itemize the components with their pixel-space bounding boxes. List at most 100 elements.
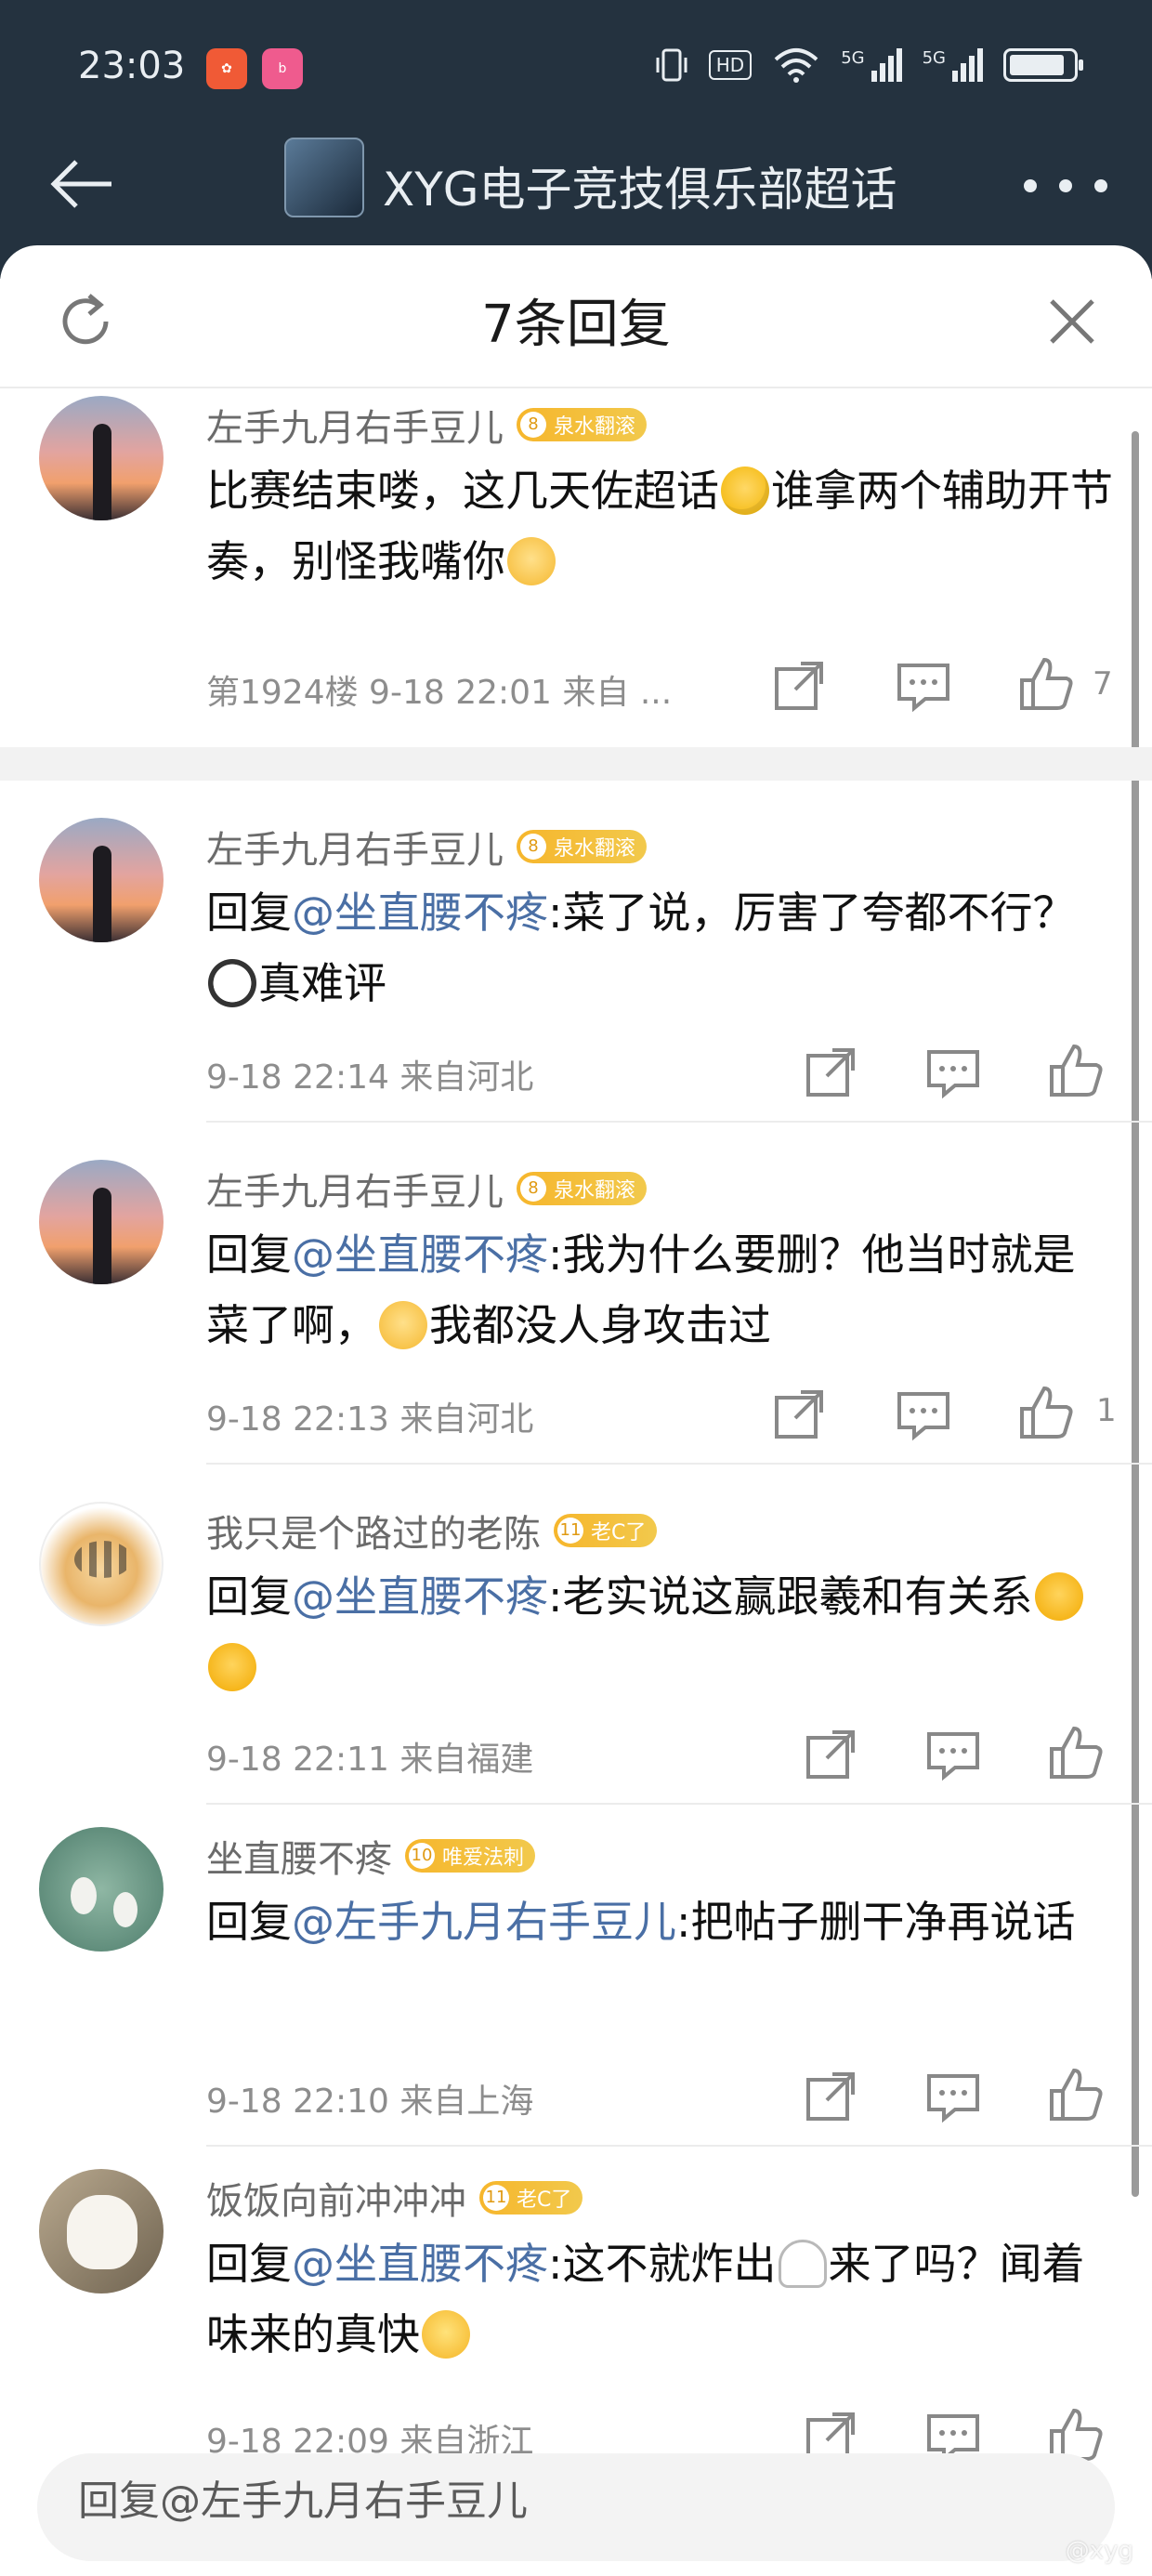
comment-icon[interactable] — [894, 1385, 953, 1444]
fan-level-badge: 8 泉水翻滚 — [517, 830, 648, 863]
badge-text: 老C了 — [517, 2188, 572, 2212]
thumbs-up-icon[interactable] — [1016, 654, 1076, 714]
avatar[interactable] — [39, 1827, 164, 1952]
badge-level: 8 — [520, 834, 546, 860]
share-icon[interactable] — [769, 1385, 829, 1444]
comment-meta: 9-18 22:13 来自河北 — [206, 1400, 534, 1439]
comment-meta: 第1924楼 9-18 22:01 来自 ... — [206, 674, 673, 712]
comment-text-part: :这不就炸出 — [548, 2239, 777, 2289]
laughing-emoji-icon — [1034, 1572, 1083, 1621]
fan-level-badge: 8 泉水翻滚 — [517, 408, 648, 441]
username[interactable]: 左手九月右手豆儿 8 泉水翻滚 — [206, 398, 648, 452]
comment-text[interactable]: 回复@坐直腰不疼:老实说这赢跟羲和有关系 — [206, 1561, 1117, 1702]
shy-emoji-icon — [507, 537, 556, 585]
badge-level: 10 — [409, 1843, 435, 1869]
panda-emoji-icon — [208, 959, 256, 1007]
comment-text[interactable]: 回复@坐直腰不疼:我为什么要删？他当时就是菜了啊， 我都没人身攻击过 — [206, 1219, 1117, 1360]
username-text[interactable]: 坐直腰不疼 — [206, 1829, 392, 1883]
back-arrow-icon[interactable] — [45, 147, 119, 221]
comment-icon[interactable] — [923, 1043, 983, 1102]
comment-text[interactable]: 回复@坐直腰不疼:这不就炸出 来了吗？闻着味来的真快 — [206, 2228, 1117, 2370]
username[interactable]: 饭饭向前冲冲冲 11 老C了 — [206, 2171, 583, 2225]
nav-title: XYG电子竞技俱乐部超话 — [383, 163, 897, 217]
divider — [206, 1463, 1152, 1465]
hd-icon: HD — [708, 50, 753, 80]
section-divider — [0, 747, 1152, 781]
username[interactable]: 左手九月右手豆儿 8 泉水翻滚 — [206, 820, 648, 874]
username-text[interactable]: 左手九月右手豆儿 — [206, 398, 504, 452]
reply-input[interactable] — [78, 2477, 1007, 2525]
avatar[interactable] — [39, 818, 164, 942]
share-icon[interactable] — [801, 2067, 860, 2126]
username-text[interactable]: 左手九月右手豆儿 — [206, 820, 504, 874]
battery-icon — [1003, 48, 1083, 82]
comment-text-part: :菜了说，厉害了夸都不行？ — [548, 887, 1076, 938]
comment-icon[interactable] — [923, 2067, 983, 2126]
ghost-emoji-icon — [778, 2240, 827, 2288]
badge-level: 8 — [520, 1176, 546, 1202]
thumbs-up-icon[interactable] — [1046, 1723, 1106, 1782]
more-dots-icon[interactable] — [1024, 158, 1107, 214]
close-icon[interactable] — [1035, 284, 1109, 359]
username-text[interactable]: 饭饭向前冲冲冲 — [206, 2171, 466, 2225]
mention-link[interactable]: @左手九月右手豆儿 — [292, 1897, 676, 1947]
mention-link[interactable]: @坐直腰不疼 — [292, 1229, 548, 1280]
mention-link[interactable]: @坐直腰不疼 — [292, 1571, 548, 1622]
fan-level-badge: 10 唯爱法刺 — [405, 1839, 536, 1873]
share-icon[interactable] — [801, 1725, 860, 1784]
network-label: 5G — [841, 48, 865, 68]
like-count: 1 — [1096, 1392, 1117, 1429]
share-icon[interactable] — [801, 1043, 860, 1102]
reply-panel: 7条回复 左手九月右手豆儿 8 泉水翻滚 比赛结束喽，这几天佐超话 谁拿两个辅助开节… — [0, 245, 1152, 2576]
username[interactable]: 我只是个路过的老陈 11 老C了 — [206, 1504, 658, 1557]
badge-text: 老C了 — [591, 1521, 647, 1544]
comment-icon[interactable] — [923, 1725, 983, 1784]
laughing-emoji-icon — [208, 1643, 256, 1691]
reply-bar[interactable] — [37, 2453, 1115, 2561]
vibrate-icon — [656, 48, 687, 82]
fan-level-badge: 11 老C了 — [554, 1514, 658, 1547]
reply-prefix: 回复 — [206, 887, 292, 938]
avatar[interactable] — [39, 1502, 164, 1626]
watermark: @xyg — [1065, 2537, 1133, 2565]
comment-meta: 9-18 22:10 来自上海 — [206, 2083, 534, 2121]
comment-text-part: 真难评 — [258, 958, 386, 1008]
badge-level: 11 — [557, 1518, 583, 1544]
crying-emoji-icon — [721, 467, 769, 515]
comment-text-part: 我都没人身攻击过 — [429, 1300, 771, 1350]
comment-text-part: :老实说这赢跟羲和有关系 — [548, 1571, 1033, 1622]
fan-level-badge: 8 泉水翻滚 — [517, 1172, 648, 1205]
username-text[interactable]: 我只是个路过的老陈 — [206, 1504, 541, 1557]
comment-text[interactable]: 回复@左手九月右手豆儿:把帖子删干净再说话 — [206, 1886, 1117, 1957]
share-icon[interactable] — [769, 656, 829, 716]
badge-level: 8 — [520, 412, 546, 438]
comment-text[interactable]: 比赛结束喽，这几天佐超话 谁拿两个辅助开节奏，别怪我嘴你 — [206, 455, 1117, 597]
avatar[interactable] — [39, 396, 164, 520]
username[interactable]: 左手九月右手豆儿 8 泉水翻滚 — [206, 1162, 648, 1216]
5g-signal-icon: 5G — [841, 48, 902, 82]
reply-prefix: 回复 — [206, 1229, 292, 1280]
comment-text[interactable]: 回复@坐直腰不疼:菜了说，厉害了夸都不行？ 真难评 — [206, 877, 1117, 1019]
badge-text: 泉水翻滚 — [554, 415, 636, 439]
reply-prefix: 回复 — [206, 1571, 292, 1622]
username-text[interactable]: 左手九月右手豆儿 — [206, 1162, 504, 1216]
avatar[interactable] — [39, 2169, 164, 2293]
panel-header: 7条回复 — [0, 245, 1152, 388]
thumbs-up-icon[interactable] — [1046, 2065, 1106, 2124]
divider — [206, 1121, 1152, 1123]
thumbs-up-icon[interactable] — [1046, 1041, 1106, 1100]
wifi-icon — [774, 48, 818, 83]
username[interactable]: 坐直腰不疼 10 唯爱法刺 — [206, 1829, 536, 1883]
bilibili-icon: b — [262, 48, 303, 89]
fan-level-badge: 11 老C了 — [479, 2181, 583, 2215]
mention-link[interactable]: @坐直腰不疼 — [292, 2239, 548, 2289]
thumbs-up-icon[interactable] — [1016, 1383, 1076, 1442]
5g-signal-icon: 5G — [923, 48, 983, 82]
badge-text: 泉水翻滚 — [554, 1179, 636, 1203]
comment-text-part: 比赛结束喽，这几天佐超话 — [206, 466, 719, 516]
mention-link[interactable]: @坐直腰不疼 — [292, 887, 548, 938]
comment-icon[interactable] — [894, 656, 953, 716]
avatar[interactable] — [39, 1160, 164, 1284]
like-count: 7 — [1093, 665, 1113, 703]
scrollbar[interactable] — [1132, 431, 1139, 2197]
